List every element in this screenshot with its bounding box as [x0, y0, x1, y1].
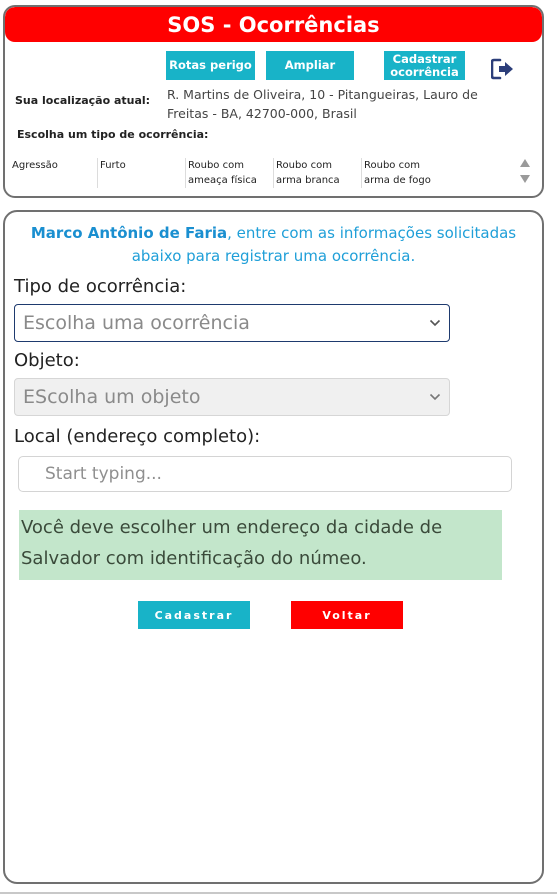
cadastrar-button[interactable]: Cadastrar — [138, 601, 250, 629]
type-divider — [361, 158, 362, 188]
scroll-down-icon[interactable] — [520, 175, 530, 183]
sign-out-icon[interactable] — [491, 58, 515, 80]
type-list-scroll[interactable] — [519, 156, 531, 186]
type-option-furto[interactable]: Furto — [100, 158, 180, 173]
user-name: Marco Antônio de Faria — [30, 224, 228, 242]
objeto-label: Objeto: — [14, 350, 80, 371]
type-option-agressao[interactable]: Agressão — [12, 158, 92, 173]
location-address: R. Martins de Oliveira, 10 - Pitangueira… — [167, 87, 478, 121]
header-panel: SOS - Ocorrências Rotas perigo Ampliar C… — [3, 5, 544, 198]
app-title: SOS - Ocorrências — [5, 7, 542, 42]
occurrence-form: Marco Antônio de Faria, entre com as inf… — [3, 210, 544, 884]
tipo-ocorrencia-placeholder: Escolha uma ocorrência — [23, 312, 250, 334]
voltar-button[interactable]: Voltar — [291, 601, 403, 629]
type-option-roubo-ameaca[interactable]: Roubo com ameaça física — [188, 158, 272, 188]
objeto-select[interactable]: EScolha um objeto — [14, 378, 450, 416]
location-label: Sua localização atual: — [15, 94, 151, 107]
tipo-ocorrencia-label: Tipo de ocorrência: — [14, 276, 187, 297]
type-divider — [185, 158, 186, 188]
page-divider — [0, 892, 557, 894]
scroll-up-icon[interactable] — [520, 159, 530, 167]
choose-type-label: Escolha um tipo de ocorrência: — [17, 128, 209, 141]
type-divider — [97, 158, 98, 188]
objeto-placeholder: EScolha um objeto — [23, 386, 201, 408]
address-warning-alert: Você deve escolher um endereço da cidade… — [19, 510, 502, 580]
chevron-down-icon — [429, 393, 441, 401]
cadastrar-ocorrencia-button[interactable]: Cadastrar ocorrência — [384, 51, 465, 80]
local-address-input[interactable] — [18, 456, 512, 492]
intro-message: Marco Antônio de Faria, entre com as inf… — [15, 222, 532, 268]
local-label: Local (endereço completo): — [14, 426, 261, 447]
type-option-roubo-arma-branca[interactable]: Roubo com arma branca — [276, 158, 360, 188]
chevron-down-icon — [429, 319, 441, 327]
rotas-perigo-button[interactable]: Rotas perigo — [166, 51, 255, 80]
type-option-roubo-arma-fogo[interactable]: Roubo com arma de fogo — [364, 158, 448, 188]
ampliar-button[interactable]: Ampliar — [266, 51, 354, 80]
tipo-ocorrencia-select[interactable]: Escolha uma ocorrência — [14, 304, 450, 342]
type-divider — [273, 158, 274, 188]
occurrence-type-list: Agressão Furto Roubo com ameaça física R… — [9, 155, 509, 191]
